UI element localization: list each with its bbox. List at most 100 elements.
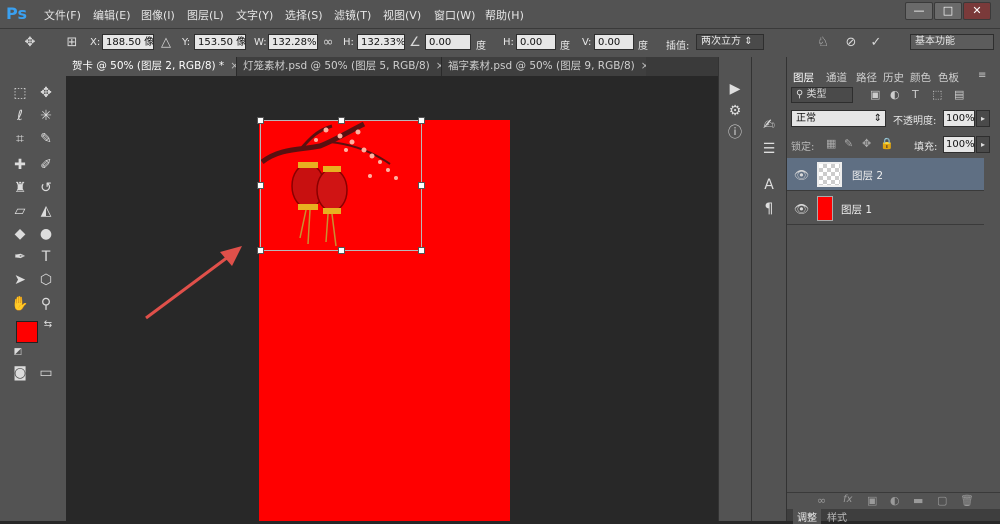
rotate-angle-field[interactable]: 0.00 bbox=[425, 34, 471, 50]
lock-transparent-icon[interactable]: ▦ bbox=[826, 137, 836, 150]
warp-mode-icon[interactable]: ♘ bbox=[815, 35, 831, 51]
new-group-icon[interactable]: ▬ bbox=[913, 494, 923, 507]
zoom-tool-icon[interactable]: ⚲ bbox=[36, 294, 56, 314]
blur-tool-icon[interactable]: ◆ bbox=[10, 224, 30, 244]
close-button[interactable]: ✕ bbox=[963, 2, 991, 20]
y-position-field[interactable]: 153.50 像 bbox=[194, 34, 246, 50]
play-icon[interactable]: ▶ bbox=[724, 79, 746, 99]
tab-greeting-card[interactable]: 贺卡 @ 50% (图层 2, RGB/8) * × bbox=[66, 57, 236, 76]
reference-point-icon[interactable]: ⊞ bbox=[64, 35, 80, 51]
eye-icon[interactable]: 👁 bbox=[794, 202, 809, 216]
magic-wand-icon[interactable]: ✳ bbox=[36, 106, 56, 126]
transform-handle[interactable] bbox=[338, 117, 345, 124]
screen-mode-icon[interactable]: ▭ bbox=[36, 363, 56, 383]
width-field[interactable]: 132.28% bbox=[268, 34, 318, 50]
adjustment-layer-icon[interactable]: ◐ bbox=[890, 494, 900, 507]
tab-styles[interactable]: 样式 bbox=[827, 509, 847, 524]
filter-pixel-icon[interactable]: ▣ bbox=[870, 88, 880, 101]
move-tool-icon[interactable]: ✥ bbox=[36, 83, 56, 103]
interpolation-dropdown[interactable]: 两次立方 ⇕ bbox=[696, 34, 764, 50]
move-transform-icon[interactable]: ✥ bbox=[22, 35, 38, 51]
transform-handle[interactable] bbox=[338, 247, 345, 254]
default-colors-icon[interactable]: ◩ bbox=[8, 342, 28, 362]
layer-row-1[interactable]: 👁 图层 1 bbox=[787, 192, 984, 225]
transform-handle[interactable] bbox=[418, 117, 425, 124]
commit-transform-icon[interactable]: ✓ bbox=[868, 35, 884, 51]
transform-handle[interactable] bbox=[257, 182, 264, 189]
history-brush-icon[interactable]: ↺ bbox=[36, 178, 56, 198]
panel-menu-icon[interactable]: ≡ bbox=[978, 70, 986, 81]
rectangular-marquee-icon[interactable]: ⬚ bbox=[10, 83, 30, 103]
tab-swatches[interactable]: 色板 bbox=[938, 70, 959, 85]
menu-type[interactable]: 文字(Y) bbox=[236, 7, 273, 23]
tab-adjustments[interactable]: 调整 bbox=[793, 509, 821, 524]
layer-name[interactable]: 图层 1 bbox=[841, 202, 872, 217]
character-icon[interactable]: A bbox=[758, 175, 780, 195]
link-layers-icon[interactable]: ∞ bbox=[817, 494, 826, 507]
eye-icon[interactable]: 👁 bbox=[794, 168, 809, 182]
add-mask-icon[interactable]: ▣ bbox=[867, 494, 877, 507]
type-tool-icon[interactable]: T bbox=[36, 247, 56, 267]
menu-layer[interactable]: 图层(L) bbox=[187, 7, 224, 23]
shape-tool-icon[interactable]: ⬡ bbox=[36, 270, 56, 290]
brush-tool-icon[interactable]: ✐ bbox=[36, 155, 56, 175]
menu-filter[interactable]: 滤镜(T) bbox=[334, 7, 371, 23]
transform-handle[interactable] bbox=[418, 182, 425, 189]
tab-paths[interactable]: 路径 bbox=[856, 70, 877, 85]
menu-file[interactable]: 文件(F) bbox=[44, 7, 81, 23]
pen-tool-icon[interactable]: ✒ bbox=[10, 247, 30, 267]
blend-mode-dropdown[interactable]: 正常 ⇕ bbox=[791, 110, 886, 127]
clone-stamp-icon[interactable]: ♜ bbox=[10, 178, 30, 198]
cancel-transform-icon[interactable]: ⊘ bbox=[843, 35, 859, 51]
quick-mask-icon[interactable]: ◙ bbox=[10, 363, 30, 383]
layer-style-icon[interactable]: fx bbox=[843, 494, 852, 505]
menu-edit[interactable]: 编辑(E) bbox=[93, 7, 131, 23]
filter-type-icon[interactable]: T bbox=[912, 88, 919, 101]
dodge-tool-icon[interactable]: ● bbox=[36, 224, 56, 244]
filter-smart-icon[interactable]: ▤ bbox=[954, 88, 964, 101]
properties-icon[interactable]: ⚙ bbox=[724, 101, 746, 121]
filter-adjustment-icon[interactable]: ◐ bbox=[890, 88, 900, 101]
tab-channels[interactable]: 通道 bbox=[826, 70, 847, 85]
x-position-field[interactable]: 188.50 像 bbox=[102, 34, 154, 50]
h-skew-field[interactable]: 0.00 bbox=[516, 34, 556, 50]
crop-tool-icon[interactable]: ⌗ bbox=[10, 129, 30, 149]
opacity-slider-toggle[interactable]: ▸ bbox=[976, 110, 990, 127]
swap-colors-icon[interactable]: ⇆ bbox=[38, 315, 58, 335]
free-transform-box[interactable] bbox=[260, 120, 422, 251]
hand-tool-icon[interactable]: ✋ bbox=[10, 294, 30, 314]
layer-name[interactable]: 图层 2 bbox=[852, 168, 883, 183]
paragraph-icon[interactable]: ¶ bbox=[758, 199, 780, 219]
tab-history[interactable]: 历史 bbox=[883, 70, 904, 85]
eraser-icon[interactable]: ▱ bbox=[10, 201, 30, 221]
brush-settings-icon[interactable]: ☰ bbox=[758, 139, 780, 159]
fill-slider-toggle[interactable]: ▸ bbox=[976, 136, 990, 153]
transform-handle[interactable] bbox=[257, 247, 264, 254]
lock-position-icon[interactable]: ✥ bbox=[862, 137, 871, 150]
transform-handle[interactable] bbox=[257, 117, 264, 124]
transform-handle[interactable] bbox=[418, 247, 425, 254]
tab-lantern-material[interactable]: 灯笼素材.psd @ 50% (图层 5, RGB/8)× bbox=[236, 57, 441, 76]
layer-filter-dropdown[interactable]: ⚲ 类型 bbox=[791, 87, 853, 103]
layer-row-2[interactable]: 👁 图层 2 bbox=[787, 158, 984, 191]
new-layer-icon[interactable]: ▢ bbox=[937, 494, 947, 507]
close-icon[interactable]: × bbox=[641, 60, 646, 72]
foreground-color-swatch[interactable] bbox=[16, 321, 38, 343]
delete-layer-icon[interactable]: 🗑 bbox=[960, 494, 974, 507]
opacity-field[interactable]: 100% bbox=[943, 110, 975, 127]
paint-bucket-icon[interactable]: ◭ bbox=[36, 201, 56, 221]
brush-presets-icon[interactable]: ✍ bbox=[758, 115, 780, 135]
lock-all-icon[interactable]: 🔒 bbox=[880, 137, 894, 150]
workspace-selector[interactable]: 基本功能 bbox=[910, 34, 994, 50]
minimize-button[interactable]: — bbox=[905, 2, 933, 20]
menu-help[interactable]: 帮助(H) bbox=[485, 7, 524, 23]
tab-color[interactable]: 颜色 bbox=[910, 70, 931, 85]
height-field[interactable]: 132.33% bbox=[357, 34, 405, 50]
menu-window[interactable]: 窗口(W) bbox=[434, 7, 475, 23]
lasso-tool-icon[interactable]: ℓ bbox=[10, 106, 30, 126]
link-icon[interactable]: ∞ bbox=[320, 35, 336, 51]
fill-field[interactable]: 100% bbox=[943, 136, 975, 153]
lock-pixels-icon[interactable]: ✎ bbox=[844, 137, 853, 150]
restore-button[interactable]: □ bbox=[934, 2, 962, 20]
info-icon[interactable]: ⓘ bbox=[724, 123, 746, 143]
